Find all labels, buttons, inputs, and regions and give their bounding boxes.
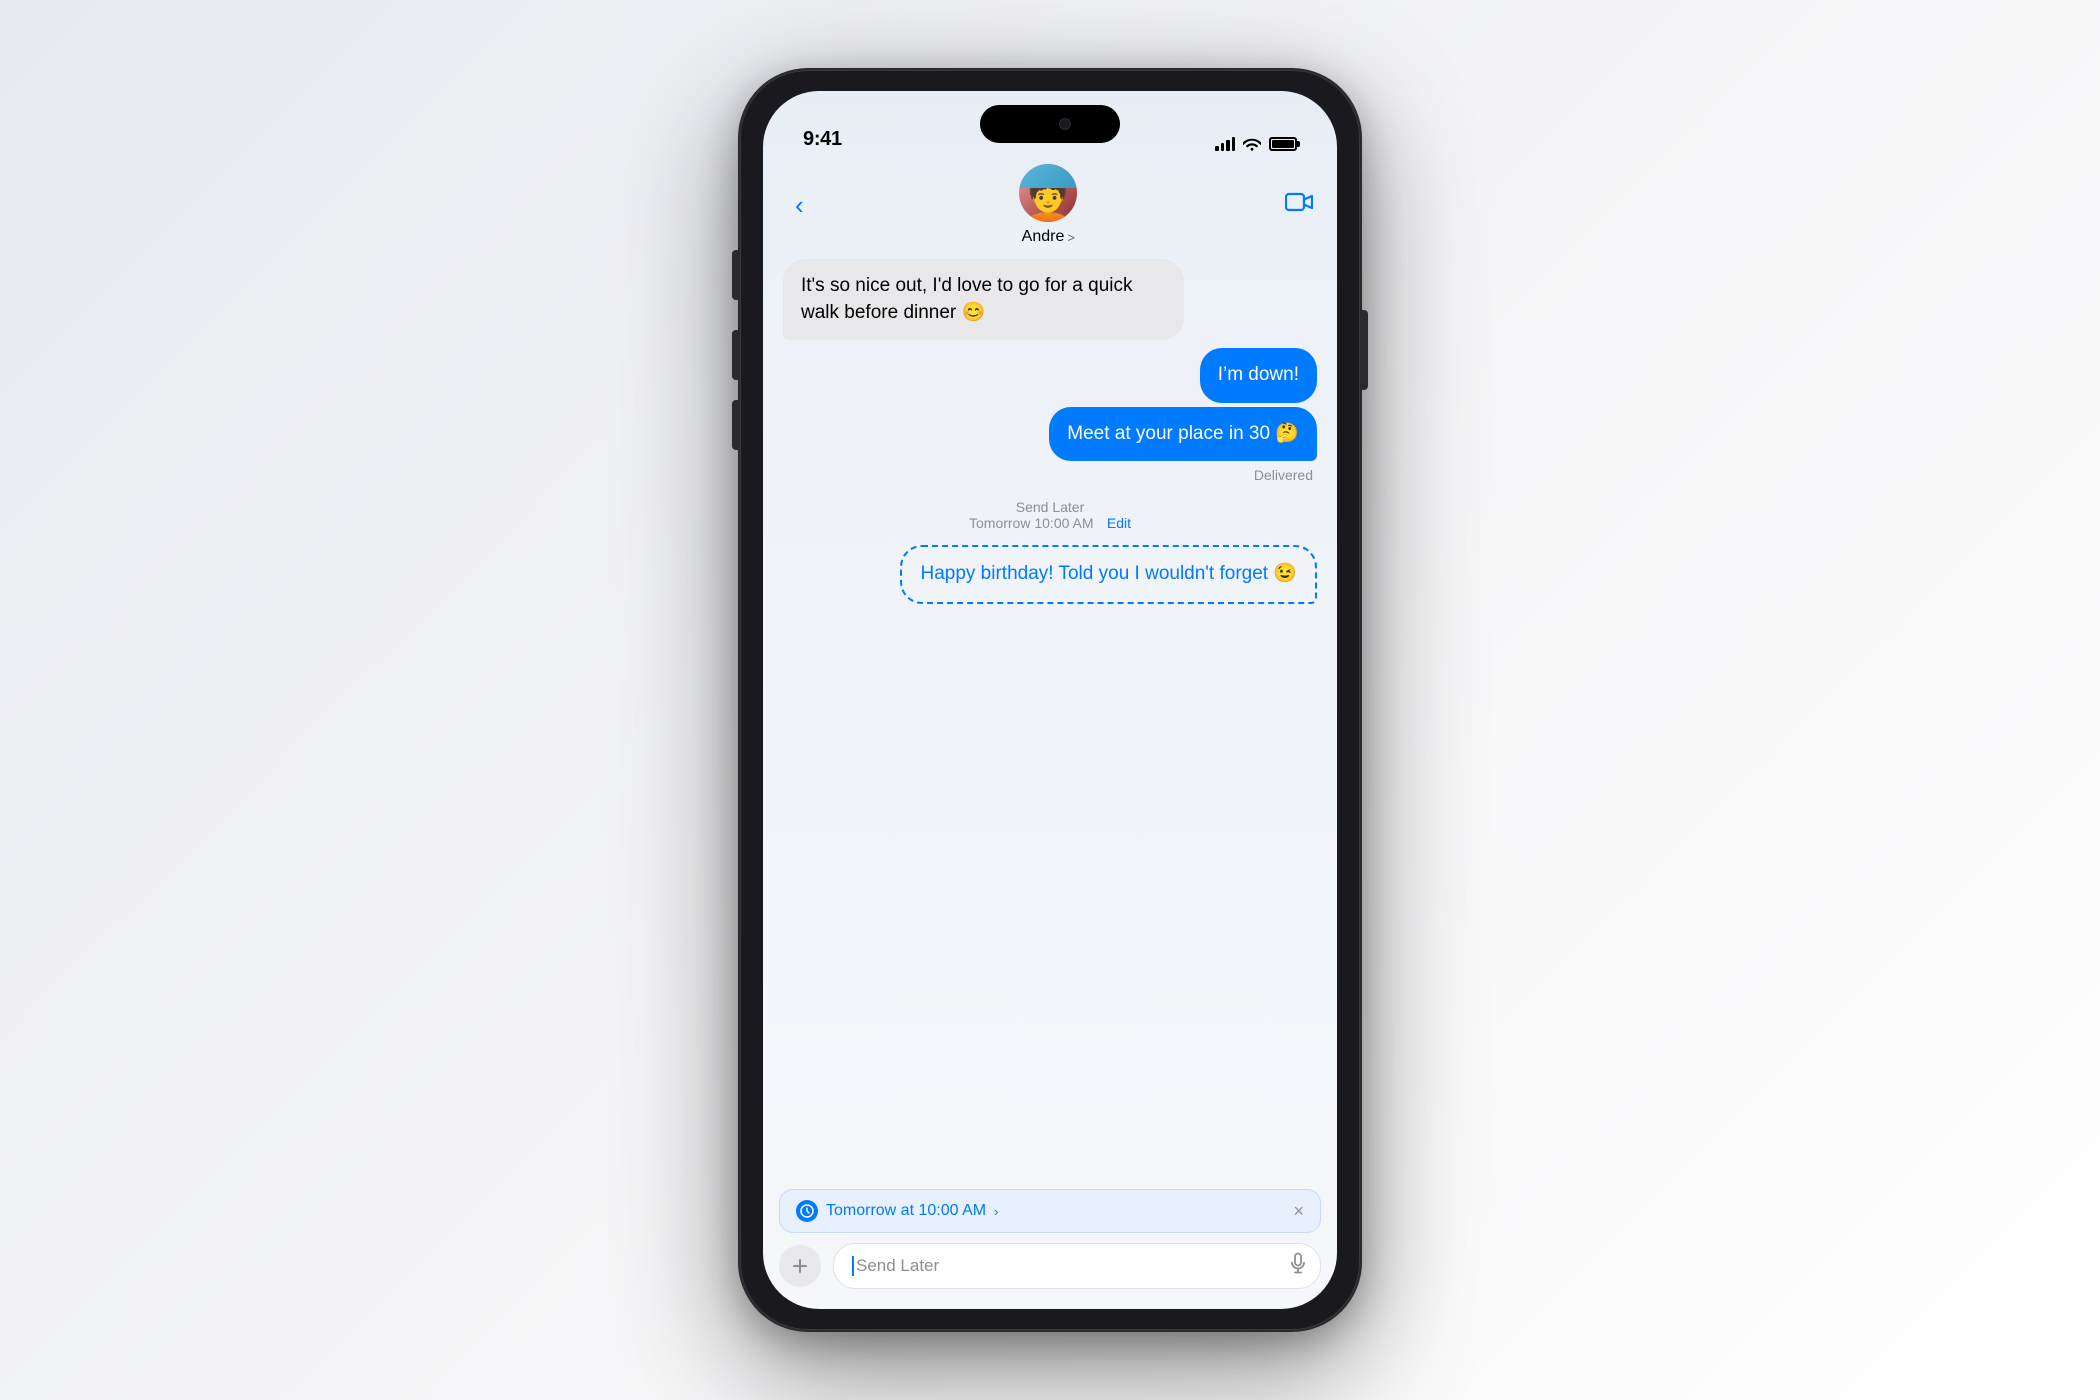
- signal-bars-icon: [1215, 137, 1235, 151]
- status-icons: [1215, 137, 1297, 151]
- camera-dot: [1059, 118, 1071, 130]
- contact-name[interactable]: Andre >: [1022, 228, 1075, 246]
- send-later-time: Tomorrow 10:00 AM: [969, 515, 1094, 531]
- send-later-header: Send Later Tomorrow 10:00 AM Edit: [783, 499, 1317, 533]
- phone-shell: 9:41 ‹: [740, 70, 1360, 1330]
- sent-bubble-1: I’m down!: [1200, 348, 1317, 403]
- sent-message-group: I’m down! Meet at your place in 30 🤔 Del…: [783, 348, 1317, 483]
- scheduled-bubble: Happy birthday! Told you I wouldn't forg…: [900, 545, 1317, 604]
- status-time: 9:41: [803, 128, 842, 151]
- input-row: Send Later: [779, 1243, 1321, 1289]
- schedule-time-text: Tomorrow at 10:00 AM: [826, 1202, 986, 1220]
- message-input[interactable]: Send Later: [833, 1243, 1321, 1289]
- send-later-edit-button[interactable]: Edit: [1107, 515, 1131, 531]
- schedule-pill-left: Tomorrow at 10:00 AM ›: [796, 1200, 998, 1222]
- contact-chevron: >: [1067, 230, 1075, 245]
- message-text: It's so nice out, I'd love to go for a q…: [801, 275, 1133, 323]
- clock-icon: [796, 1200, 818, 1222]
- sent-bubble-2: Meet at your place in 30 🤔: [1049, 407, 1317, 462]
- text-cursor: [852, 1256, 854, 1276]
- send-later-title: Send Later: [783, 499, 1317, 515]
- back-button[interactable]: ‹: [787, 182, 812, 229]
- bottom-area: Tomorrow at 10:00 AM › × Send Later: [763, 1181, 1337, 1309]
- video-call-button[interactable]: [1285, 191, 1313, 219]
- delivered-status: Delivered: [1254, 467, 1317, 483]
- phone-screen: 9:41 ‹: [763, 91, 1337, 1309]
- battery-icon: [1269, 137, 1297, 151]
- nav-bar: ‹ 🧑‍🦱 Andre >: [763, 161, 1337, 249]
- scheduled-message-text: Happy birthday! Told you I wouldn't forg…: [920, 563, 1297, 584]
- microphone-icon[interactable]: [1290, 1253, 1306, 1280]
- avatar: 🧑‍🦱: [1019, 164, 1077, 222]
- add-attachment-button[interactable]: [779, 1245, 821, 1287]
- wifi-icon: [1243, 137, 1261, 151]
- schedule-chevron-icon: ›: [994, 1204, 998, 1219]
- message-text: I’m down!: [1218, 364, 1299, 385]
- nav-center: 🧑‍🦱 Andre >: [1019, 164, 1077, 246]
- input-placeholder: Send Later: [856, 1256, 939, 1276]
- message-received: It's so nice out, I'd love to go for a q…: [783, 259, 1184, 340]
- message-text: Meet at your place in 30 🤔: [1067, 423, 1299, 444]
- dynamic-island: [980, 105, 1120, 143]
- scene: 9:41 ‹: [0, 0, 2100, 1400]
- messages-area: It's so nice out, I'd love to go for a q…: [763, 249, 1337, 1181]
- schedule-pill[interactable]: Tomorrow at 10:00 AM › ×: [779, 1189, 1321, 1233]
- schedule-close-button[interactable]: ×: [1293, 1201, 1304, 1222]
